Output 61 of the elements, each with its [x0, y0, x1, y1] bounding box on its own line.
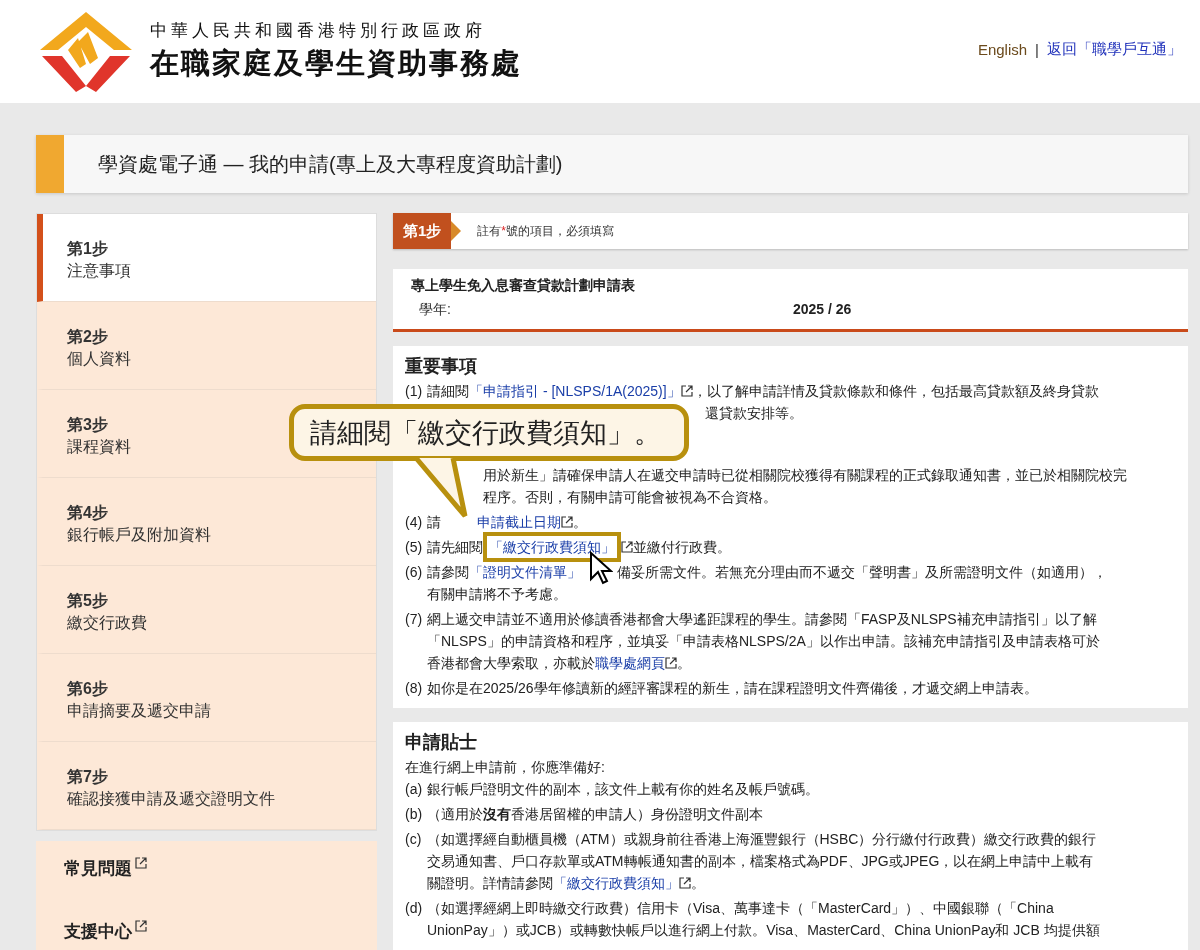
body-text: 關證明。詳情請參閱: [427, 874, 553, 893]
separator: |: [1035, 41, 1039, 58]
year-value: 2025 / 26: [793, 301, 852, 319]
body-text: 請細閱: [427, 382, 469, 401]
body-text: 銀行帳戶證明文件的副本，該文件上載有你的姓名及帳戶號碼。: [427, 780, 819, 799]
document-link[interactable]: 職學處網頁: [595, 652, 665, 674]
government-name: 中華人民共和國香港特別行政區政府: [150, 20, 487, 42]
body-text: （適用於沒有香港居留權的申請人）身份證明文件副本: [427, 805, 763, 824]
body-text: （如選擇經自動櫃員機（ATM）或親身前往香港上海滙豐銀行（HSBC）分行繳付行政費）繳交行政費的銀行: [427, 830, 1097, 849]
body-text: 還貸款安排等。: [705, 404, 803, 423]
back-link[interactable]: 返回「職學戶互通」: [1047, 40, 1182, 59]
section-title: 申請貼士: [405, 731, 478, 754]
step-badge: 第1步: [393, 213, 452, 249]
item-number: (d): [405, 899, 424, 918]
body-text: 請先細閱: [427, 538, 483, 557]
item-number: (7): [405, 610, 424, 629]
document-link[interactable]: 「繳交行政費須知」: [553, 872, 679, 894]
required-note: 註有*號的項目，必須填寫: [477, 222, 614, 240]
year-label: 學年:: [419, 301, 452, 319]
body-text: 網上遞交申請並不適用於修讀香港都會大學遙距課程的學生。請參閱「FASP及NLSPS補充申請指引」以了解: [427, 610, 1097, 629]
item-number: (6): [405, 563, 424, 582]
form-title: 專上學生免入息審查貸款計劃申請表: [411, 277, 636, 295]
body-text: （如選擇經網上即時繳交行政費）信用卡（Visa、萬事達卡（「MasterCard」）、中國銀聯（「China: [427, 899, 1054, 918]
document-link[interactable]: 申請截止日期: [477, 511, 561, 533]
body-text: 有關申請將不予考慮。: [427, 585, 567, 604]
item-number: (a): [405, 780, 424, 799]
body-text: 香港都會大學索取，亦載於: [427, 654, 595, 673]
item-number: (c): [405, 830, 423, 849]
body-text: 「NLSPS」的申請資格和程序，並填妥「申請表格NLSPS/2A」以作出申請。該補充申請指引及申請表格可於: [427, 632, 1100, 651]
item-number: (4): [405, 513, 424, 532]
body-text: 備妥所需文件。若無充分理由而不遞交「聲明書」及所需證明文件（如適用），: [617, 563, 1107, 582]
document-link[interactable]: 「證明文件清單」: [469, 561, 581, 583]
page-title: 學資處電子通 — 我的申請(專上及大專程度資助計劃): [36, 135, 1188, 193]
document-link[interactable]: 「繳交行政費須知」: [483, 532, 621, 562]
body-text: 並繳付行政費。: [633, 538, 731, 557]
body-text: 用於新生」請確保申請人在遞交申請時已從相關院校獲得有關課程的正式錄取通知書，並已於相關院校完: [483, 466, 1127, 485]
language-link[interactable]: English: [977, 41, 1028, 58]
step-item[interactable]: 第1步 注意事項: [37, 214, 376, 302]
step-arrow-icon: [451, 221, 462, 241]
body-text: UnionPay」）或JCB）或轉數快帳戶以進行網上付款。Visa、MasterCard、China UnionPay和 JCB 均提供額: [427, 921, 1100, 940]
help-link[interactable]: 支援中心: [64, 920, 147, 943]
body-text: ，以了解申請詳情及貸款條款和條件，包括最高貸款額及終身貸款: [692, 382, 1099, 401]
item-number: (5): [405, 538, 424, 557]
body-text: 交易通知書、戶口存款單或ATM轉帳通知書的副本，檔案格式為PDF、JPG或JPEG，以在網上申請中上載有: [427, 852, 1094, 871]
external-link-icon: [135, 857, 147, 869]
body-text: 。: [573, 513, 587, 532]
item-number: (8): [405, 679, 424, 698]
body-text: 請參閱: [427, 563, 469, 582]
body-text: 。: [677, 654, 691, 673]
body-text: 程序。否則，有關申請可能會被視為不合資格。: [483, 488, 777, 507]
item-number: (1): [405, 382, 424, 401]
body-text: 。: [691, 874, 705, 893]
intro-text: 在進行網上申請前，你應準備好:: [405, 758, 606, 777]
agency-name: 在職家庭及學生資助事務處: [150, 46, 522, 81]
item-number: (b): [405, 805, 424, 824]
help-link[interactable]: 常見問題: [64, 857, 147, 880]
external-link-icon: [135, 920, 147, 932]
document-link[interactable]: 「申請指引 - [NLSPS/1A(2025)]」: [469, 380, 681, 402]
body-text: 請: [427, 513, 441, 532]
section-title: 重要事項: [405, 355, 478, 378]
body-text: 如你是在2025/26學年修讀新的經評審課程的新生，請在課程證明文件齊備後，才遞交網上申請表。: [427, 679, 1038, 698]
